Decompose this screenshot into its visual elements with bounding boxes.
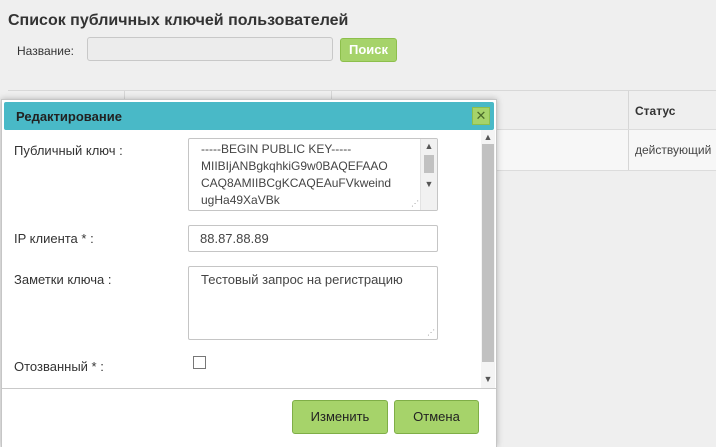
key-notes-label: Заметки ключа : [14,272,112,287]
dialog-title: Редактирование [16,109,122,124]
public-key-line: MIIBIjANBgkqhkiG9w0BAQEFAAO [201,159,388,173]
client-ip-input[interactable]: 88.87.88.89 [188,225,438,252]
client-ip-label: IP клиента * : [14,231,94,246]
public-key-line: -----BEGIN PUBLIC KEY----- [201,142,352,156]
close-button[interactable]: ✕ [472,107,490,125]
scroll-down-icon[interactable]: ▼ [481,372,495,386]
status-cell: действующий [635,143,712,157]
resize-grip-icon[interactable]: ⋰ [427,329,435,337]
search-button[interactable]: Поиск [340,38,397,62]
save-button[interactable]: Изменить [292,400,388,434]
dialog-scrollbar[interactable]: ▲ ▼ [481,130,495,388]
dialog-titlebar[interactable]: Редактирование ✕ [4,102,494,130]
search-input[interactable] [87,37,333,61]
close-icon: ✕ [475,108,487,123]
public-key-text: -----BEGIN PUBLIC KEY----- MIIBIjANBgkqh… [201,141,391,209]
public-key-line: ugHa49XaVBk [201,193,280,207]
dialog-body: Публичный ключ : -----BEGIN PUBLIC KEY--… [2,130,496,388]
dialog-footer: Изменить Отмена [2,388,496,447]
scroll-down-icon[interactable]: ▼ [421,177,437,191]
scroll-thumb[interactable] [424,155,434,173]
public-key-textarea[interactable]: -----BEGIN PUBLIC KEY----- MIIBIjANBgkqh… [188,138,438,211]
key-notes-textarea[interactable]: Тестовый запрос на регистрацию ⋰ [188,266,438,340]
resize-grip-icon[interactable]: ⋰ [411,200,419,208]
public-key-line: CAQ8AMIIBCgKCAQEAuFVkweind [201,176,392,190]
edit-dialog: Редактирование ✕ Публичный ключ : -----B… [1,99,497,447]
column-separator [628,91,629,129]
public-key-label: Публичный ключ : [14,143,123,158]
revoked-label: Отозванный * : [14,359,104,374]
scroll-up-icon[interactable]: ▲ [421,139,437,153]
column-header-status[interactable]: Статус [635,104,675,118]
search-label: Название: [17,44,74,58]
key-notes-text: Тестовый запрос на регистрацию [201,272,403,287]
revoked-checkbox[interactable] [193,356,206,369]
column-separator [628,130,629,170]
scroll-up-icon[interactable]: ▲ [481,130,495,144]
cancel-button[interactable]: Отмена [394,400,479,434]
scroll-thumb[interactable] [482,144,494,362]
page-title: Список публичных ключей пользователей [8,12,349,29]
public-key-scrollbar[interactable]: ▲ ▼ [420,139,437,210]
